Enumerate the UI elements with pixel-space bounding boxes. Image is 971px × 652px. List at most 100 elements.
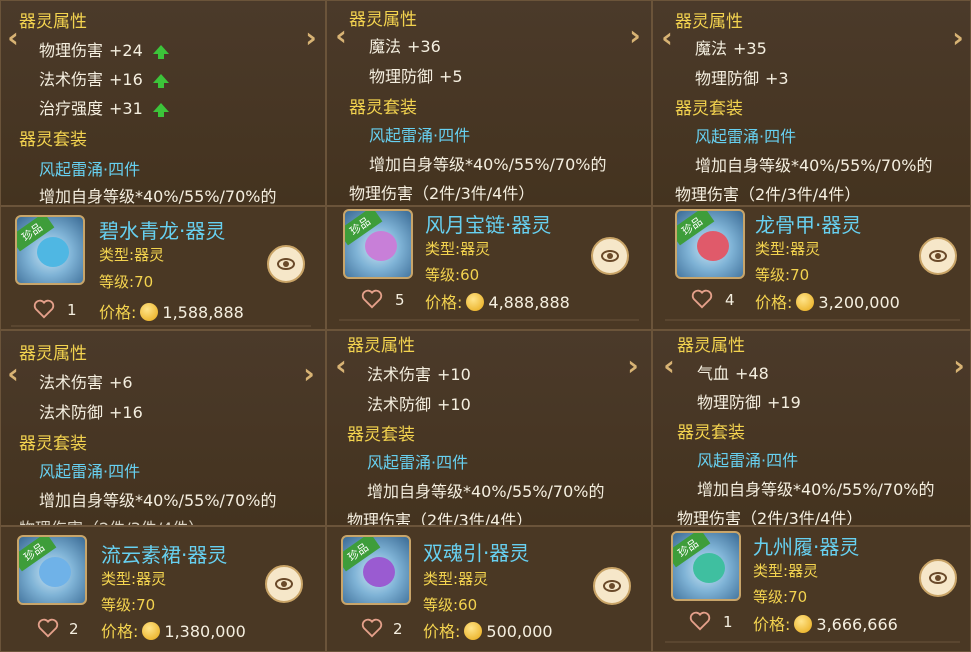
item-thumbnail[interactable]: 珍品 — [675, 209, 745, 279]
heart-icon[interactable] — [33, 299, 55, 319]
item-name: 风月宝链·器灵 — [425, 213, 552, 237]
item-thumbnail[interactable]: 珍品 — [671, 531, 741, 601]
set-desc: 增加自身等级*40%/55%/70%的 — [697, 480, 935, 499]
next-arrow-icon[interactable]: › — [299, 359, 319, 389]
next-arrow-icon[interactable]: › — [623, 351, 643, 381]
prev-arrow-icon[interactable]: ‹ — [331, 351, 351, 381]
next-arrow-icon[interactable]: › — [948, 23, 968, 53]
attr-panel-6: 器灵属性 ‹ › 气血 +48 物理防御 +19 器灵套装 风起雷涌·四件 增加自身… — [652, 330, 971, 526]
item-card[interactable]: 珍品 流云素裙·器灵 类型:器灵 等级:70 2 价格: 1,380,000 — [0, 526, 326, 652]
view-eye-icon[interactable] — [593, 567, 631, 605]
next-arrow-icon[interactable]: › — [301, 23, 321, 53]
set-title: 器灵套装 — [19, 434, 87, 454]
item-name: 九州履·器灵 — [753, 535, 860, 559]
up-arrow-icon — [152, 45, 169, 59]
like-count: 4 — [725, 291, 735, 309]
set-desc: 物理伤害（2件/3件/4件） — [677, 509, 863, 526]
item-price: 价格: 4,888,888 — [425, 293, 570, 312]
divider — [665, 641, 960, 643]
heart-icon[interactable] — [691, 289, 713, 309]
item-type: 类型:器灵 — [755, 240, 821, 258]
next-arrow-icon[interactable]: › — [949, 351, 969, 381]
item-level: 等级:60 — [425, 266, 480, 284]
attr-panel-2: 器灵属性 ‹ › 魔法 +36 物理防御 +5 器灵套装 风起雷涌·四件 增加自身等… — [326, 0, 652, 206]
item-image — [693, 553, 725, 583]
set-title: 器灵套装 — [19, 130, 87, 150]
attr-line: 魔法 +36 — [369, 37, 441, 56]
set-desc: 增加自身等级*40%/55%/70%的 — [367, 482, 605, 501]
item-card[interactable]: 珍品 双魂引·器灵 类型:器灵 等级:60 2 价格: 500,000 — [326, 526, 652, 652]
view-eye-icon[interactable] — [265, 565, 303, 603]
attr-line: 法术伤害 +10 — [367, 365, 471, 384]
item-type: 类型:器灵 — [99, 246, 165, 264]
up-arrow-icon — [152, 74, 169, 88]
attr-panel-1: 器灵属性 ‹ › 物理伤害 +24 法术伤害 +16 治疗强度 +31 器灵套装 风起… — [0, 0, 326, 206]
item-image — [39, 557, 71, 587]
like-count: 2 — [393, 620, 403, 638]
item-image — [697, 231, 729, 261]
set-desc: 物理伤害（2件/3件/4件） — [349, 184, 535, 203]
item-type: 类型:器灵 — [101, 570, 167, 588]
item-card[interactable]: 珍品 风月宝链·器灵 类型:器灵 等级:60 5 价格: 4,888,888 — [326, 206, 652, 330]
set-name: 风起雷涌·四件 — [367, 453, 469, 472]
item-thumbnail[interactable]: 珍品 — [343, 209, 413, 279]
heart-icon[interactable] — [37, 618, 59, 638]
heart-icon[interactable] — [361, 618, 383, 638]
attr-title: 器灵属性 — [347, 336, 415, 356]
prev-arrow-icon[interactable]: ‹ — [3, 359, 23, 389]
view-eye-icon[interactable] — [919, 237, 957, 275]
attr-title: 器灵属性 — [19, 12, 87, 32]
attr-line: 法术防御 +10 — [367, 395, 471, 414]
view-eye-icon[interactable] — [267, 245, 305, 283]
set-title: 器灵套装 — [349, 98, 417, 118]
view-eye-icon[interactable] — [591, 237, 629, 275]
item-card[interactable]: 珍品 碧水青龙·器灵 类型:器灵 等级:70 1 价格: 1,588,888 — [0, 206, 326, 330]
attr-panel-4: 器灵属性 ‹ › 法术伤害 +6 法术防御 +16 器灵套装 风起雷涌·四件 增加自… — [0, 330, 326, 526]
item-card[interactable]: 珍品 龙骨甲·器灵 类型:器灵 等级:70 4 价格: 3,200,000 — [652, 206, 971, 330]
attr-line: 物理防御 +5 — [369, 67, 463, 86]
attr-title: 器灵属性 — [677, 336, 745, 356]
coin-icon — [794, 615, 813, 633]
prev-arrow-icon[interactable]: ‹ — [3, 23, 23, 53]
attr-title: 器灵属性 — [349, 10, 417, 30]
prev-arrow-icon[interactable]: ‹ — [657, 23, 677, 53]
item-thumbnail[interactable]: 珍品 — [15, 215, 85, 285]
attr-line: 法术伤害 +6 — [39, 373, 133, 392]
item-thumbnail[interactable]: 珍品 — [341, 535, 411, 605]
item-price: 价格: 1,380,000 — [101, 622, 246, 641]
item-card[interactable]: 珍品 九州履·器灵 类型:器灵 等级:70 1 价格: 3,666,666 — [652, 526, 971, 652]
attr-panel-3: 器灵属性 ‹ › 魔法 +35 物理防御 +3 器灵套装 风起雷涌·四件 增加自身等… — [652, 0, 971, 206]
item-name: 双魂引·器灵 — [423, 541, 530, 565]
prev-arrow-icon[interactable]: ‹ — [331, 21, 351, 51]
attr-line: 物理防御 +3 — [695, 69, 789, 88]
attr-line: 魔法 +35 — [695, 39, 767, 58]
attr-title: 器灵属性 — [675, 12, 743, 32]
set-desc: 物理伤害（2件/3件/4件） — [675, 185, 861, 204]
item-level: 等级:60 — [423, 596, 478, 614]
set-title: 器灵套装 — [675, 99, 743, 119]
attr-line: 法术防御 +16 — [39, 403, 143, 422]
item-level: 等级:70 — [99, 273, 154, 291]
item-price: 价格: 3,666,666 — [753, 615, 898, 634]
attr-line: 治疗强度 +31 — [39, 95, 169, 119]
view-eye-icon[interactable] — [919, 559, 957, 597]
coin-icon — [796, 293, 815, 311]
like-count: 1 — [67, 301, 77, 319]
heart-icon[interactable] — [361, 289, 383, 309]
attr-line: 物理伤害 +24 — [39, 37, 169, 61]
set-name: 风起雷涌·四件 — [39, 462, 141, 481]
item-name: 龙骨甲·器灵 — [755, 213, 862, 237]
set-desc: 物理伤害（2件/3件/4件） — [347, 511, 533, 526]
item-name: 流云素裙·器灵 — [101, 543, 228, 567]
item-level: 等级:70 — [755, 266, 810, 284]
attr-line: 法术伤害 +16 — [39, 66, 169, 90]
set-title: 器灵套装 — [347, 425, 415, 445]
prev-arrow-icon[interactable]: ‹ — [659, 351, 679, 381]
divider — [11, 325, 311, 327]
item-price: 价格: 3,200,000 — [755, 293, 900, 312]
item-thumbnail[interactable]: 珍品 — [17, 535, 87, 605]
next-arrow-icon[interactable]: › — [625, 21, 645, 51]
attr-panel-5: 器灵属性 ‹ › 法术伤害 +10 法术防御 +10 器灵套装 风起雷涌·四件 增加… — [326, 330, 652, 526]
set-name: 风起雷涌·四件 — [369, 126, 471, 145]
heart-icon[interactable] — [689, 611, 711, 631]
